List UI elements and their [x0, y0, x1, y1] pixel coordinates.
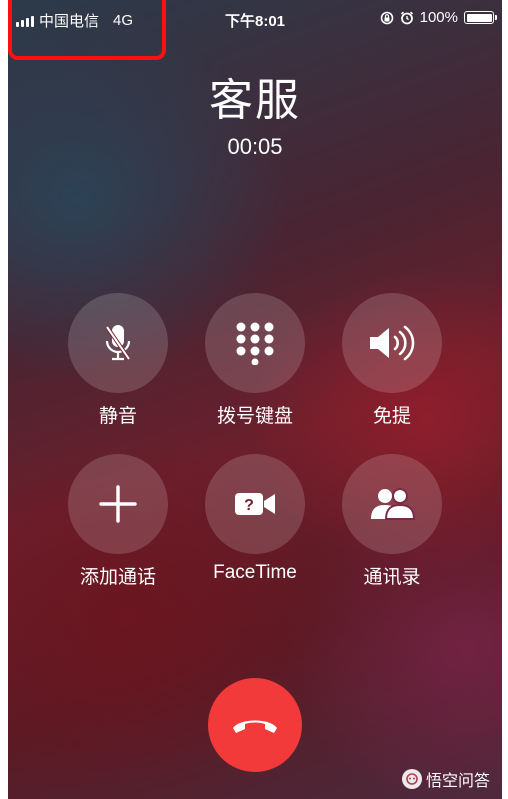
battery-fill — [466, 13, 492, 22]
contacts-button-circle[interactable] — [342, 454, 442, 554]
keypad-icon — [236, 322, 274, 365]
add-call-button-circle[interactable] — [68, 454, 168, 554]
keypad-button[interactable]: 拨号键盘 — [205, 293, 305, 428]
speaker-button[interactable]: 免提 — [342, 293, 442, 428]
phone-frame: 中国电信 4G 下午8:01 100% 客服 00:05 静音 拨号键盘 免提 … — [0, 0, 508, 799]
mute-button[interactable]: 静音 — [68, 293, 168, 428]
mute-button-circle[interactable] — [68, 293, 168, 393]
status-bar: 中国电信 4G 下午8:01 100% — [8, 0, 502, 40]
speaker-button-circle[interactable] — [342, 293, 442, 393]
facetime-button[interactable]: ? FaceTime — [205, 454, 305, 584]
add-call-label: 添加通话 — [79, 567, 156, 588]
contacts-icon — [371, 488, 416, 520]
add-call-button[interactable]: 添加通话 — [68, 454, 168, 589]
call-screen: 中国电信 4G 下午8:01 100% 客服 00:05 静音 拨号键盘 免提 … — [8, 0, 502, 799]
caller-name: 客服 — [209, 76, 301, 125]
keypad-button-circle[interactable] — [205, 293, 305, 393]
keypad-label: 拨号键盘 — [216, 406, 293, 427]
plus-icon — [99, 485, 137, 523]
alarm-icon — [400, 11, 413, 24]
battery-icon — [464, 11, 497, 24]
end-call-button[interactable] — [208, 678, 302, 772]
facetime-video-icon: ? — [235, 493, 275, 515]
speaker-icon — [370, 325, 415, 361]
rotation-lock-icon — [380, 11, 393, 24]
microphone-off-icon — [105, 325, 131, 361]
wukong-logo-icon — [401, 769, 422, 789]
facetime-label: FaceTime — [213, 562, 297, 583]
watermark: 悟空问答 — [401, 767, 490, 791]
battery-percentage: 100% — [419, 9, 458, 26]
speaker-label: 免提 — [372, 406, 411, 427]
mute-label: 静音 — [98, 406, 137, 427]
contacts-button[interactable]: 通讯录 — [342, 454, 442, 589]
facetime-button-circle[interactable]: ? — [205, 454, 305, 554]
contacts-label: 通讯录 — [363, 567, 421, 588]
status-right: 100% — [380, 9, 497, 26]
svg-text:?: ? — [244, 497, 254, 514]
hang-up-phone-icon — [233, 720, 277, 733]
call-duration: 00:05 — [227, 134, 283, 159]
watermark-text: 悟空问答 — [425, 773, 490, 790]
